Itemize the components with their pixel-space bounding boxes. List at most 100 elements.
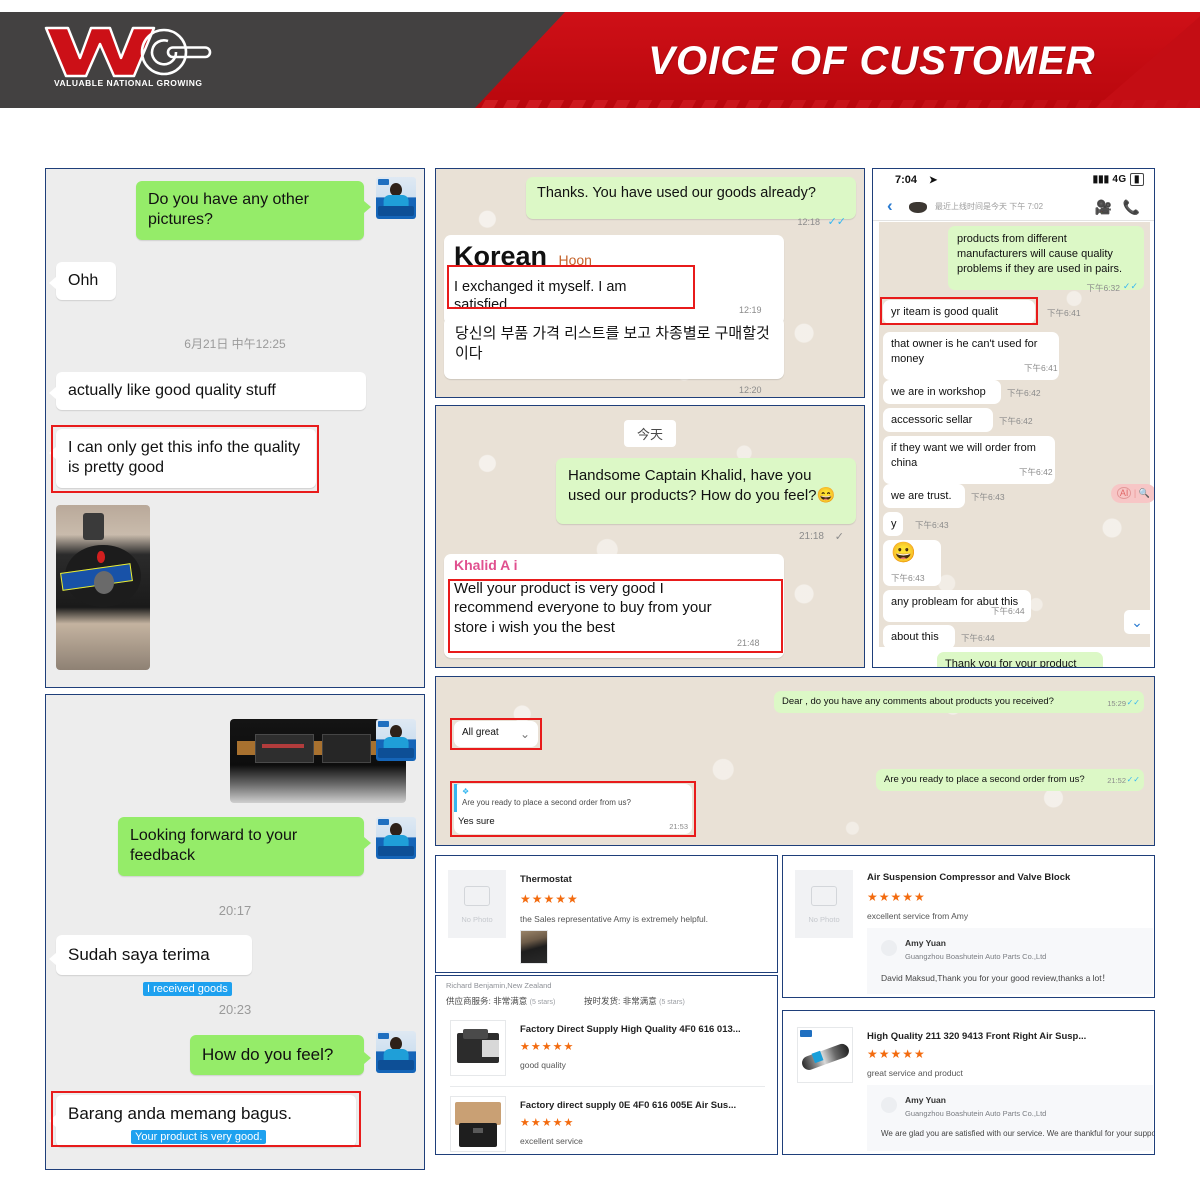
chat-bubble-incoming[interactable]: about this (883, 625, 955, 650)
message-time: 下午6:43 (971, 492, 1005, 502)
header-stripes (480, 100, 1200, 108)
chevron-down-icon[interactable]: ⌄ (520, 727, 530, 741)
product-image[interactable] (450, 1096, 506, 1152)
avatar (376, 817, 416, 859)
review-product-title[interactable]: Thermostat (520, 874, 572, 885)
chat-bubble-incoming-emoji[interactable]: 😀 下午6:43 (883, 540, 941, 586)
status-time: 7:04 (895, 174, 918, 186)
rating-stars: ★★★★★ (520, 1041, 575, 1053)
contact-avatar-icon (909, 202, 927, 213)
rating-stars: ★★★★★ (867, 1047, 926, 1061)
chat-bubble-incoming[interactable]: actually like good quality stuff (56, 372, 366, 411)
message-time: 12:18 (797, 217, 820, 227)
quote-bar (454, 784, 457, 812)
nav-subtitle: 最近上线时间是今天 下午 7:02 (935, 202, 1044, 211)
chat-bubble-incoming-quoted[interactable]: ❖ Are you ready to place a second order … (454, 784, 692, 834)
chat-timestamp: 6月21日 中午12:25 (184, 337, 286, 351)
emoji: 😀 (891, 542, 916, 564)
company-logo: VALUABLE NATIONAL GROWING (38, 22, 228, 97)
chat-bubble-outgoing[interactable]: Looking forward to your feedback (118, 817, 364, 876)
scroll-down-icon[interactable]: ⌄ (1124, 610, 1150, 634)
reply-company: Guangzhou Boashutein Auto Parts Co.,Ltd (905, 952, 1047, 961)
image-placeholder-icon (464, 886, 490, 907)
phone-nav-bar: ‹ 最近上线时间是今天 下午 7:02 🎥 📞 (873, 193, 1154, 221)
panel-review-compressor: No Photo Air Suspension Compressor and V… (782, 855, 1155, 998)
sender-name-small: Hoon (558, 252, 592, 268)
product-image[interactable] (450, 1020, 506, 1076)
review-text: excellent service from Amy (867, 911, 969, 921)
quoted-text: Are you ready to place a second order fr… (462, 798, 631, 807)
bubble-tail (49, 447, 56, 459)
phone-status-bar: 7:04 ➤ ▮▮▮ 4G ▮ (873, 169, 1154, 193)
chat-bubble-incoming-highlighted[interactable]: yr iteam is good qualit (883, 300, 1035, 325)
chat-bubble-incoming-highlighted[interactable]: I can only get this info the quality is … (56, 429, 316, 488)
metric-supplier-service: 供应商服务: 非常满意 (5 stars) (446, 996, 556, 1006)
date-chip: 今天 (623, 420, 677, 447)
read-receipt-icon: ✓✓ (1126, 775, 1140, 784)
avatar (376, 1031, 416, 1073)
message-time: 下午6:43 (891, 573, 925, 584)
read-receipt-icon: ✓ (834, 531, 844, 543)
message-time: 下午6:42 (1019, 467, 1053, 477)
search-icon[interactable]: 🔍 (1139, 488, 1150, 498)
chat-bubble-incoming[interactable]: y (883, 512, 903, 537)
translation-subtitle: Your product is very good. (131, 1127, 267, 1145)
review-text: the Sales representative Amy is extremel… (520, 914, 709, 924)
reply-company: Guangzhou Boashutein Auto Parts Co.,Ltd (905, 1109, 1047, 1118)
product-image[interactable] (797, 1027, 853, 1083)
message-time: 下午6:43 (915, 520, 949, 530)
chat-timestamp: 20:23 (218, 1002, 252, 1017)
back-icon[interactable]: ‹ (887, 196, 893, 216)
chat-bubble-incoming[interactable]: accessoric sellar (883, 408, 993, 433)
bubble-tail (364, 201, 371, 213)
chat-bubble-incoming-korean-text[interactable]: 당신의 부품 가격 리스트를 보고 차종별로 구매할것이다 (444, 317, 784, 379)
chat-bubble-outgoing[interactable]: Dear , do you have any comments about pr… (774, 691, 1144, 714)
chat-timestamp: 20:17 (218, 903, 252, 918)
review-text: good quality (520, 1060, 566, 1070)
chat-bubble-outgoing[interactable]: Handsome Captain Khalid, have you used o… (556, 458, 856, 524)
panel-phone-wechat: 7:04 ➤ ▮▮▮ 4G ▮ ‹ 最近上线时间是今天 下午 7:02 🎥 📞 … (872, 168, 1155, 668)
panel-review-list-left: Richard Benjamin,New Zealand 供应商服务: 非常满意… (435, 975, 778, 1155)
message-time: 下午6:44 (961, 633, 995, 643)
reply-avatar (881, 1097, 897, 1113)
sender-name-large: Korean (454, 241, 548, 271)
chat-bubble-outgoing[interactable]: How do you feel? (190, 1035, 364, 1075)
message-time: 21:48 (737, 638, 760, 648)
logo-mark (44, 26, 212, 78)
review-thumbnail[interactable] (520, 930, 548, 964)
chat-bubble-incoming-korean[interactable]: Korean Hoon I exchanged it myself. I am … (444, 235, 784, 326)
rating-stars: ★★★★★ (520, 892, 579, 906)
no-photo-placeholder: No Photo (795, 870, 853, 938)
review-text: great service and product (867, 1068, 963, 1078)
video-call-icon[interactable]: 🎥 (1095, 199, 1112, 216)
review-product-title[interactable]: Factory direct supply 0E 4F0 616 005E Ai… (520, 1100, 736, 1111)
reply-author-name: Amy Yuan (905, 938, 946, 948)
no-photo-label: No Photo (461, 915, 493, 925)
bubble-tail (49, 277, 56, 289)
chat-bubble-outgoing-partial[interactable]: Thank you for your product (937, 652, 1103, 667)
chat-bubble-incoming[interactable]: Sudah saya terima (56, 935, 252, 975)
image-placeholder-icon (811, 886, 837, 907)
message-time: 21:52 (1107, 776, 1126, 785)
product-photo-thermostat[interactable] (56, 505, 150, 670)
chat-bubble-outgoing[interactable]: products from different manufacturers wi… (948, 226, 1144, 290)
message-time: 下午6:44 (991, 606, 1025, 616)
chat-bubble-incoming-khalid[interactable]: Khalid A i Well your product is very goo… (444, 554, 784, 658)
review-product-title[interactable]: Factory Direct Supply High Quality 4F0 6… (520, 1024, 741, 1035)
chat-bubble-outgoing[interactable]: Do you have any other pictures? (136, 181, 364, 240)
review-product-title[interactable]: Air Suspension Compressor and Valve Bloc… (867, 872, 1070, 883)
ai-icon[interactable]: AI (1116, 487, 1132, 499)
ai-search-pill[interactable]: AI | 🔍 (1110, 484, 1154, 503)
chat-bubble-outgoing[interactable]: Are you ready to place a second order fr… (876, 769, 1144, 792)
chat-bubble-outgoing[interactable]: Thanks. You have used our goods already? (526, 177, 856, 219)
chat-bubble-incoming[interactable]: Ohh (56, 262, 116, 301)
phone-call-icon[interactable]: 📞 (1123, 199, 1140, 216)
review-product-title[interactable]: High Quality 211 320 9413 Front Right Ai… (867, 1031, 1086, 1042)
avatar (376, 719, 416, 761)
metric-shipping-speed: 按时发货: 非常满意 (5 stars) (584, 996, 685, 1006)
chat-bubble-incoming[interactable]: we are in workshop (883, 380, 1001, 405)
message-time: 21:18 (798, 531, 824, 542)
no-photo-placeholder: No Photo (448, 870, 506, 938)
chat-bubble-incoming[interactable]: we are trust. (883, 484, 965, 509)
panel-wide-whatsapp: Dear , do you have any comments about pr… (435, 676, 1155, 846)
